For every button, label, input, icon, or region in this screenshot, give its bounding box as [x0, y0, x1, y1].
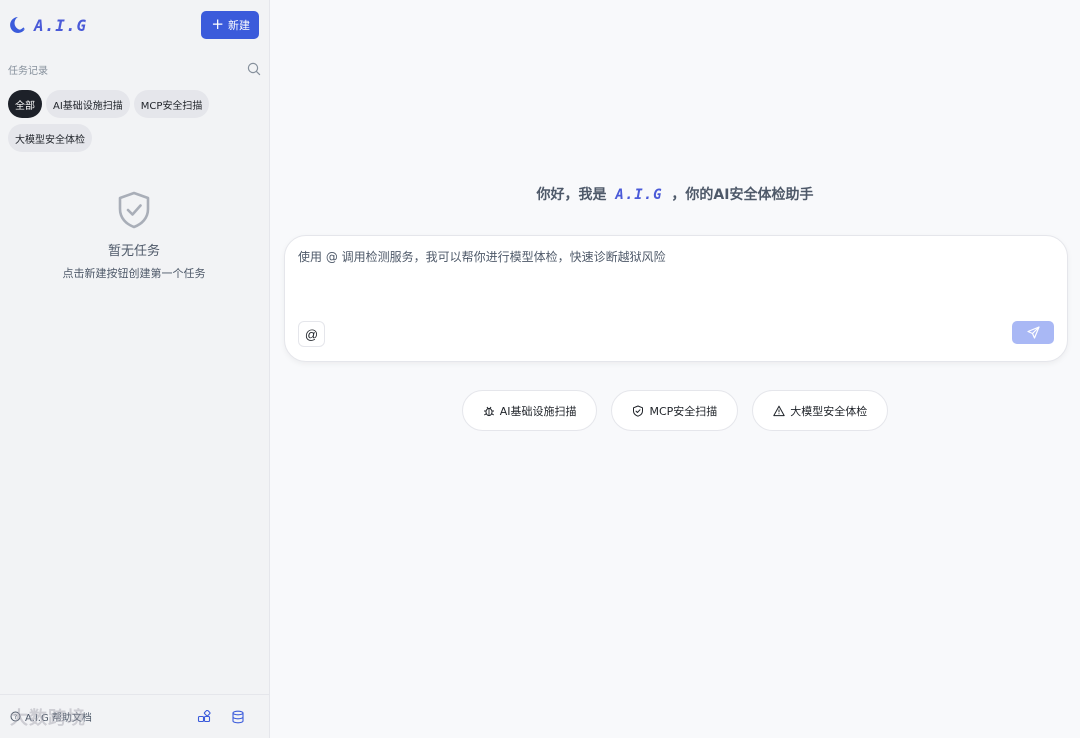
- empty-state: 暂无任务 点击新建按钮创建第一个任务: [0, 190, 268, 281]
- new-task-label: 新建: [228, 19, 250, 32]
- empty-state-title: 暂无任务: [107, 244, 160, 259]
- chat-composer: @: [284, 235, 1068, 362]
- search-icon[interactable]: [247, 62, 261, 76]
- sidebar-footer: ? A.I.G 帮助文档 大数跨境: [0, 694, 269, 738]
- shield-check-icon: [118, 191, 150, 229]
- empty-state-subtitle: 点击新建按钮创建第一个任务: [62, 267, 206, 280]
- filter-chip-ai-infra-scan[interactable]: AI基础设施扫描: [46, 90, 130, 118]
- new-task-button[interactable]: + 新建: [201, 11, 259, 39]
- send-button[interactable]: [1012, 321, 1054, 344]
- quick-actions: AI基础设施扫描 MCP安全扫描 大模型安全体检: [270, 390, 1080, 431]
- quick-action-ai-infra-scan[interactable]: AI基础设施扫描: [461, 390, 598, 431]
- footer-icon-group: [197, 709, 245, 724]
- help-docs-link[interactable]: ? A.I.G 帮助文档: [10, 709, 92, 724]
- send-icon: [1026, 326, 1040, 339]
- warning-icon: [773, 405, 785, 416]
- plus-icon: +: [211, 15, 224, 33]
- greeting-prefix: 你好，我是: [536, 187, 607, 203]
- svg-text:?: ?: [14, 713, 17, 721]
- greeting-brand: A.I.G: [615, 187, 663, 203]
- crescent-logo-icon: [10, 17, 25, 33]
- greeting-suffix: ，你的AI安全体检助手: [671, 187, 814, 203]
- task-filter-chips: 全部 AI基础设施扫描 MCP安全扫描 大模型安全体检: [0, 88, 250, 152]
- sidebar: A.I.G + 新建 任务记录 全部 AI基础设施扫描 MCP安全扫描 大模型安…: [0, 0, 270, 738]
- help-doc-icon: ?: [10, 711, 21, 722]
- shield-icon: [633, 405, 644, 417]
- quick-action-llm-checkup-label: 大模型安全体检: [790, 404, 868, 418]
- filter-chip-all[interactable]: 全部: [8, 90, 42, 118]
- quick-action-mcp-scan-label: MCP安全扫描: [649, 404, 718, 418]
- greeting: 你好，我是 A.I.G ，你的AI安全体检助手: [270, 184, 1080, 204]
- quick-action-mcp-scan[interactable]: MCP安全扫描: [611, 390, 739, 431]
- sidebar-header: A.I.G + 新建: [0, 0, 269, 50]
- logo[interactable]: A.I.G: [8, 15, 87, 35]
- quick-action-ai-infra-scan-label: AI基础设施扫描: [499, 404, 577, 418]
- mention-button[interactable]: @: [298, 321, 325, 347]
- plugins-icon[interactable]: [197, 709, 211, 724]
- logo-text: A.I.G: [34, 15, 88, 35]
- help-docs-label: A.I.G 帮助文档: [25, 713, 92, 724]
- app-root: A.I.G + 新建 任务记录 全部 AI基础设施扫描 MCP安全扫描 大模型安…: [0, 0, 1080, 738]
- task-history-header: 任务记录: [0, 50, 269, 88]
- filter-chip-llm-checkup[interactable]: 大模型安全体检: [8, 124, 92, 152]
- filter-chip-mcp-scan[interactable]: MCP安全扫描: [133, 90, 210, 118]
- task-history-title: 任务记录: [8, 65, 48, 77]
- quick-action-llm-checkup[interactable]: 大模型安全体检: [752, 390, 889, 431]
- chat-input[interactable]: [298, 250, 1038, 264]
- database-icon[interactable]: [231, 710, 245, 724]
- bug-icon: [483, 406, 494, 416]
- main-panel: 你好，我是 A.I.G ，你的AI安全体检助手 @ AI基础设施扫: [270, 0, 1080, 738]
